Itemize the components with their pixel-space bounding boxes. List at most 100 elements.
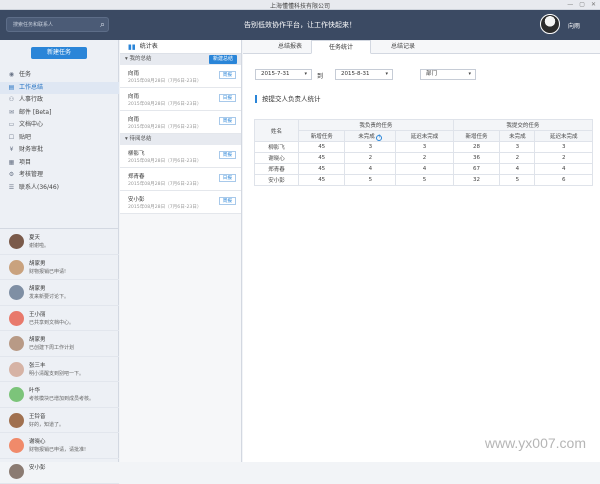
- chat-message: 财物报销已申请，请批准!: [29, 446, 86, 453]
- entry-type-button[interactable]: 日报: [219, 94, 236, 102]
- chat-item[interactable]: 安小彭: [0, 459, 119, 484]
- stat-table-header[interactable]: ▮▮ 统计表: [120, 40, 241, 54]
- chat-item[interactable]: 王小丽已共享到文档中心。: [0, 306, 119, 332]
- target-icon: ◉: [8, 69, 15, 82]
- sidebar-item-9[interactable]: ☰联系人(36/46): [0, 182, 119, 195]
- user-name[interactable]: 向雨: [568, 21, 580, 30]
- stat-title: 按提交人负责人统计: [255, 95, 321, 103]
- entry-author: 向雨: [128, 92, 139, 100]
- maximize-icon[interactable]: ▢: [579, 1, 585, 8]
- chevron-down-icon[interactable]: ▾: [125, 56, 128, 62]
- sidebar-item-label: 财务审批: [19, 144, 43, 157]
- entry-author: 向雨: [128, 69, 139, 77]
- chat-item[interactable]: 谢晓心财物报销已申请，请批准!: [0, 433, 119, 459]
- date-from-select[interactable]: 2015-7-31▾: [255, 69, 312, 80]
- sidebar-item-label: 人事行政: [19, 94, 43, 107]
- avatar[interactable]: [9, 413, 24, 428]
- date-to-select[interactable]: 2015-8-31▾: [335, 69, 393, 80]
- cell-value: 36: [453, 153, 499, 164]
- chat-item[interactable]: 张三丰明小清醒支到别吧一下。: [0, 357, 119, 383]
- cell-value: 4: [396, 164, 453, 175]
- sidebar-item-5[interactable]: ☐贴吧: [0, 132, 119, 145]
- entry-date: 2015年08月28日（7月6日-23日）: [128, 101, 201, 107]
- chat-message: 已共享到文档中心。: [29, 319, 74, 326]
- entry-date: 2015年08月28日（7月6日-23日）: [128, 158, 201, 164]
- chat-item[interactable]: 王铃音好的，知道了。: [0, 408, 119, 434]
- sidebar-item-4[interactable]: ▭文档中心: [0, 119, 119, 132]
- sidebar-item-6[interactable]: ¥财务审批: [0, 144, 119, 157]
- mail-icon: ✉: [8, 107, 15, 120]
- table-header-name: 姓名: [255, 120, 299, 142]
- avatar[interactable]: [9, 438, 24, 453]
- bar-chart-icon: ▮▮: [128, 40, 136, 54]
- chat-item[interactable]: 胡家男财物报销已申请!: [0, 255, 119, 281]
- sidebar-item-label: 贴吧: [19, 132, 31, 145]
- sidebar-item-0[interactable]: ◉任务: [0, 69, 119, 82]
- cell-value: 2: [500, 153, 535, 164]
- chevron-down-icon[interactable]: ▾: [125, 136, 128, 142]
- avatar[interactable]: [9, 234, 24, 249]
- chat-message: 谢谢啦。: [29, 242, 49, 249]
- avatar[interactable]: [9, 336, 24, 351]
- summary-entry[interactable]: 柳影飞2015年08月28日（7月6日-23日）周报: [120, 145, 241, 168]
- avatar[interactable]: [9, 311, 24, 326]
- chat-name: 王铃音: [29, 412, 46, 420]
- summary-entry[interactable]: 向雨2015年08月28日（7月6日-23日）周报: [120, 111, 241, 134]
- cell-value: 45: [299, 164, 345, 175]
- entry-type-button[interactable]: 周报: [219, 71, 236, 79]
- tab-task-stats[interactable]: 任务统计: [311, 40, 371, 54]
- entry-type-button[interactable]: 周报: [219, 197, 236, 205]
- sidebar-item-1[interactable]: ▤工作总结: [0, 82, 119, 95]
- sidebar-item-7[interactable]: ▦项目: [0, 157, 119, 170]
- sidebar-item-8[interactable]: ⚙考核管理: [0, 169, 119, 182]
- cell-value: 3: [396, 142, 453, 153]
- chat-item[interactable]: 胡家男发来新要讨论下。: [0, 280, 119, 306]
- cell-name: 谢晓心: [255, 153, 299, 164]
- cell-value: 5: [396, 175, 453, 186]
- help-icon[interactable]: ?: [376, 135, 382, 141]
- sidebar-item-label: 邮件 [Beta]: [19, 107, 51, 120]
- cell-value: 5: [345, 175, 396, 186]
- cell-name: 安小彭: [255, 175, 299, 186]
- entry-type-button[interactable]: 周报: [219, 117, 236, 125]
- department-select[interactable]: 部门▾: [420, 69, 476, 80]
- tab-summary-records[interactable]: 总结记录: [373, 40, 433, 54]
- close-icon[interactable]: ✕: [591, 1, 596, 8]
- new-summary-button[interactable]: 新建总结: [209, 55, 237, 64]
- cell-value: 3: [345, 142, 396, 153]
- entry-author: 向雨: [128, 115, 139, 123]
- entry-type-button[interactable]: 日报: [219, 174, 236, 182]
- summary-entry[interactable]: 安小彭2015年08月28日（7月6日-23日）周报: [120, 191, 241, 214]
- chat-item[interactable]: 叶华考核模块已增加到成员考核。: [0, 382, 119, 408]
- table-subheader: 延迟未完成: [535, 131, 593, 142]
- document-icon: ▤: [8, 82, 15, 95]
- table-row: 柳影飞45332833: [255, 142, 593, 153]
- summary-entry[interactable]: 向雨2015年08月28日（7月6日-23日）周报: [120, 65, 241, 88]
- avatar[interactable]: [540, 14, 560, 34]
- stats-table: 姓名 我负责的任务 我提交的任务 新增任务 未完成 ? 延迟未完成 新增任务 未…: [254, 119, 593, 186]
- avatar[interactable]: [9, 464, 24, 479]
- cell-value: 2: [396, 153, 453, 164]
- sidebar-item-2[interactable]: ⚇人事行政: [0, 94, 119, 107]
- sidebar-item-3[interactable]: ✉ 邮件 [Beta]: [0, 107, 119, 120]
- chat-message: 发来新要讨论下。: [29, 293, 69, 300]
- entry-author: 郑青春: [128, 172, 145, 180]
- chat-name: 谢晓心: [29, 437, 46, 445]
- avatar[interactable]: [9, 362, 24, 377]
- entry-type-button[interactable]: 周报: [219, 151, 236, 159]
- top-bar: 搜索任务和联系人 ⌕ 告别低效协作平台，让工作快起来！ 向雨: [0, 10, 600, 40]
- avatar[interactable]: [9, 285, 24, 300]
- new-task-button[interactable]: 新建任务: [31, 47, 87, 59]
- cell-value: 28: [453, 142, 499, 153]
- minimize-icon[interactable]: —: [567, 1, 573, 8]
- cell-value: 4: [535, 164, 593, 175]
- cell-value: 2: [345, 153, 396, 164]
- chat-name: 安小彭: [29, 463, 46, 471]
- summary-entry[interactable]: 郑青春2015年08月28日（7月6日-23日）日报: [120, 168, 241, 191]
- chat-item[interactable]: 夏天谢谢啦。: [0, 229, 119, 255]
- summary-entry[interactable]: 向雨2015年08月28日（7月6日-23日） 日报: [120, 88, 241, 111]
- avatar[interactable]: [9, 387, 24, 402]
- avatar[interactable]: [9, 260, 24, 275]
- chat-item[interactable]: 胡家男已创建下周工作计划: [0, 331, 119, 357]
- cell-value: 3: [500, 142, 535, 153]
